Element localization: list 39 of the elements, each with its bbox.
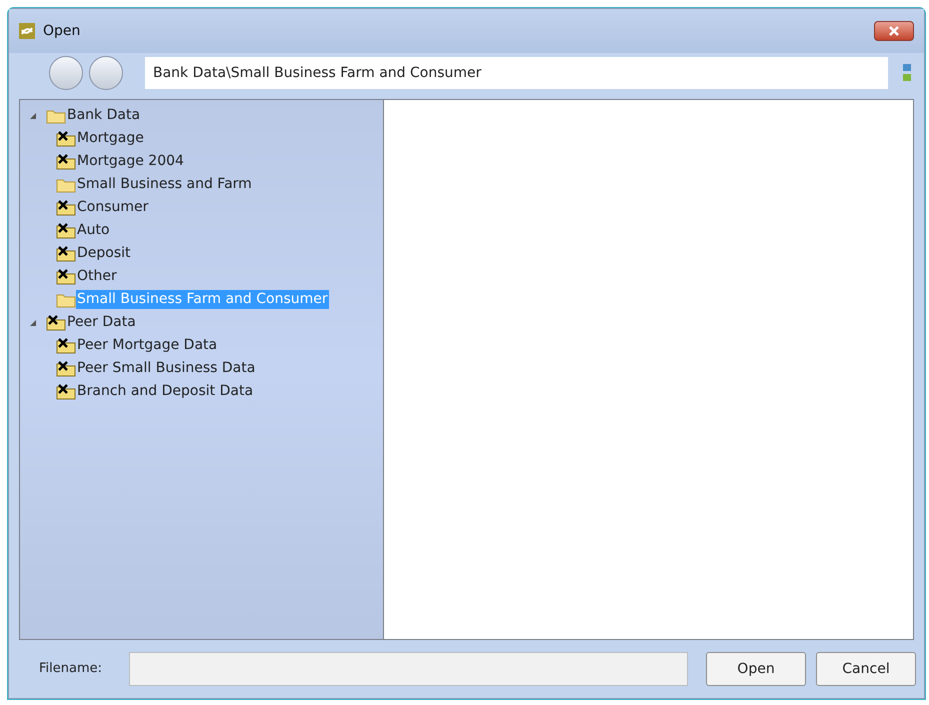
spreadsheet-icon	[56, 246, 76, 262]
view-icon[interactable]	[902, 62, 912, 84]
tree-item[interactable]: Bank Data	[66, 106, 142, 125]
tree-item[interactable]: Consumer	[76, 198, 150, 217]
expanded-arrow-icon[interactable]	[28, 110, 38, 120]
folder-icon	[56, 176, 76, 192]
tree-item[interactable]: Branch and Deposit Data	[76, 382, 254, 401]
tree-item[interactable]: Peer Mortgage Data	[76, 336, 218, 355]
tree-item[interactable]: Mortgage 2004	[76, 152, 185, 171]
tree-item[interactable]: Small Business and Farm	[76, 175, 253, 194]
spreadsheet-icon	[56, 154, 76, 170]
app-icon	[19, 23, 35, 39]
spreadsheet-icon	[46, 314, 66, 330]
tree-item[interactable]: Mortgage	[76, 129, 145, 148]
close-button[interactable]	[874, 21, 914, 41]
spreadsheet-icon	[56, 130, 76, 146]
forward-button[interactable]	[89, 56, 123, 90]
spreadsheet-icon	[56, 222, 76, 238]
open-folder-icon	[56, 292, 76, 308]
folder-icon	[46, 108, 66, 124]
filename-field[interactable]	[129, 652, 688, 686]
window-title: Open	[43, 22, 80, 40]
path-field[interactable]: Bank Data\Small Business Farm and Consumer	[145, 57, 888, 89]
tree-item[interactable]: Auto	[76, 221, 111, 240]
tree-item[interactable]: Peer Small Business Data	[76, 359, 256, 378]
spreadsheet-icon	[56, 384, 76, 400]
expanded-arrow-icon[interactable]	[28, 318, 38, 328]
close-icon	[889, 26, 899, 36]
tree-item[interactable]: Peer Data	[66, 313, 137, 332]
filename-label: Filename:	[39, 660, 104, 678]
cancel-button[interactable]: Cancel	[816, 652, 916, 686]
tree-item[interactable]: Deposit	[76, 244, 132, 263]
spreadsheet-icon	[56, 360, 76, 376]
back-button[interactable]	[49, 56, 83, 90]
spreadsheet-icon	[56, 200, 76, 216]
open-button[interactable]: Open	[706, 652, 806, 686]
spreadsheet-icon	[56, 338, 76, 354]
spreadsheet-icon	[56, 268, 76, 284]
tree-item[interactable]: Other	[76, 267, 118, 286]
